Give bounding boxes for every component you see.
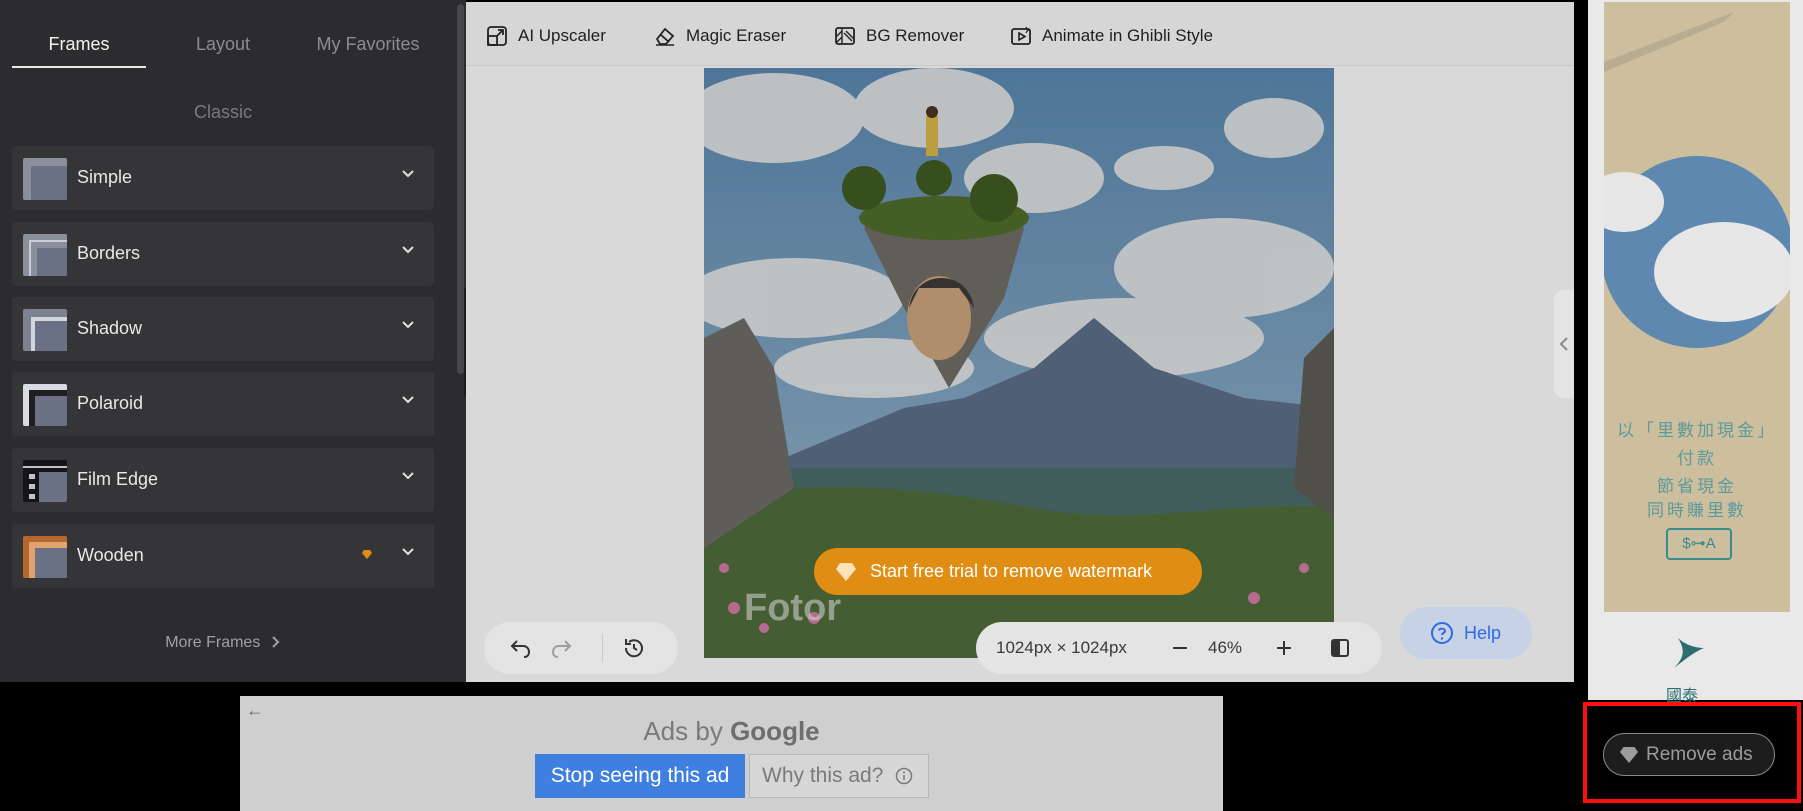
eraser-icon — [655, 27, 675, 46]
frame-item-shadow[interactable]: Shadow — [12, 297, 434, 361]
frame-wooden-icon — [23, 536, 67, 578]
frame-borders-icon — [23, 234, 67, 276]
more-frames-label: More Frames — [165, 634, 261, 651]
remove-ads-button[interactable]: Remove ads — [1603, 733, 1775, 776]
frames-sidebar: Frames Layout My Favorites Classic Simpl… — [0, 0, 466, 682]
undo-icon[interactable] — [508, 636, 532, 660]
history-toolbar — [484, 622, 678, 674]
right-ad-panel[interactable]: 以「里數加現金」 付款 節省現金 同時賺里數 $⊶A 國泰 — [1588, 0, 1803, 705]
upscale-icon — [487, 26, 507, 46]
frame-item-wooden[interactable]: Wooden — [12, 524, 434, 588]
premium-diamond-icon — [362, 550, 372, 559]
ads-by-label: Ads by — [643, 716, 723, 746]
premium-diamond-icon — [1620, 746, 1638, 763]
frame-item-borders[interactable]: Borders — [12, 222, 434, 286]
animate-icon — [1011, 26, 1031, 45]
frame-polaroid-icon — [23, 384, 67, 426]
frame-item-simple[interactable]: Simple — [12, 146, 434, 210]
divider — [602, 634, 603, 662]
frame-label: Simple — [77, 167, 133, 187]
airline-logo-icon — [1674, 638, 1704, 668]
tool-label: Magic Eraser — [686, 26, 787, 45]
ai-upscaler-button[interactable]: AI Upscaler — [486, 24, 606, 48]
ad-line: 同時賺里數 — [1647, 501, 1747, 520]
more-frames-link[interactable]: More Frames — [0, 634, 446, 652]
frame-film-edge-icon — [23, 460, 67, 502]
frame-label: Film Edge — [77, 469, 159, 489]
tool-label: BG Remover — [866, 26, 965, 45]
google-ad-panel: ← Ads by Google Stop seeing this ad Why … — [240, 696, 1223, 811]
trial-label: Start free trial to remove watermark — [870, 561, 1153, 581]
airline-ad-banner[interactable]: 以「里數加現金」 付款 節省現金 同時賺里數 $⊶A — [1604, 2, 1790, 612]
chevron-down-icon[interactable] — [402, 546, 414, 558]
bg-remover-icon — [835, 27, 855, 45]
chevron-down-icon[interactable] — [402, 168, 414, 180]
ads-by-google: Ads by Google — [240, 716, 1223, 747]
tool-label: Animate in Ghibli Style — [1042, 26, 1214, 45]
frame-item-polaroid[interactable]: Polaroid — [12, 372, 434, 436]
magic-eraser-button[interactable]: Magic Eraser — [654, 24, 786, 48]
section-title-classic: Classic — [193, 102, 252, 122]
tab-layout[interactable]: Layout — [170, 34, 276, 55]
chevron-left-icon — [1559, 337, 1568, 351]
zoom-in-icon[interactable] — [1272, 636, 1296, 660]
google-label: Google — [730, 716, 820, 746]
tab-my-favorites[interactable]: My Favorites — [306, 34, 430, 55]
frame-shadow-icon — [23, 309, 67, 351]
ad-badge: $⊶A — [1666, 528, 1732, 560]
zoom-toolbar: 1024px × 1024px 46% — [976, 622, 1382, 674]
ad-line: 節省現金 — [1657, 477, 1737, 496]
frame-label: Wooden — [77, 545, 144, 565]
info-icon — [895, 767, 913, 785]
canvas-dimensions: 1024px × 1024px — [996, 638, 1127, 657]
frame-label: Shadow — [77, 318, 143, 338]
frame-simple-icon — [23, 158, 67, 200]
frame-item-film-edge[interactable]: Film Edge — [12, 448, 434, 512]
chevron-right-icon — [272, 636, 280, 648]
ad-line: 付款 — [1677, 449, 1717, 468]
animate-ghibli-button[interactable]: Animate in Ghibli Style — [1010, 24, 1213, 48]
top-toolbar: AI Upscaler Magic Eraser BG Remover Anim… — [466, 2, 1574, 66]
zoom-percent[interactable]: 46% — [1208, 638, 1242, 658]
bg-remover-button[interactable]: BG Remover — [834, 24, 964, 48]
tab-frames[interactable]: Frames — [12, 34, 146, 55]
chevron-down-icon[interactable] — [402, 394, 414, 406]
start-free-trial-button[interactable]: Start free trial to remove watermark — [814, 548, 1202, 595]
help-label: Help — [1464, 622, 1502, 643]
zoom-out-icon[interactable] — [1168, 636, 1192, 660]
help-icon — [1431, 622, 1453, 644]
stop-seeing-ad-button[interactable]: Stop seeing this ad — [535, 754, 745, 798]
active-tab-indicator — [12, 66, 146, 68]
chevron-down-icon[interactable] — [402, 470, 414, 482]
expand-right-panel-handle[interactable] — [1554, 290, 1574, 398]
help-button[interactable]: Help — [1400, 607, 1532, 659]
premium-diamond-icon — [836, 562, 856, 581]
sidebar-tabs: Frames Layout My Favorites — [0, 0, 466, 70]
history-icon[interactable] — [622, 636, 646, 660]
chevron-down-icon[interactable] — [402, 244, 414, 256]
frame-label: Borders — [77, 243, 141, 263]
ad-line: 以「里數加現金」 — [1617, 421, 1777, 440]
frame-label: Polaroid — [77, 393, 144, 413]
chevron-down-icon[interactable] — [402, 319, 414, 331]
sidebar-scrollbar[interactable] — [457, 4, 464, 374]
redo-icon[interactable] — [550, 636, 574, 660]
tool-label: AI Upscaler — [518, 26, 606, 45]
why-this-ad-button[interactable]: Why this ad? — [749, 754, 929, 798]
compare-icon[interactable] — [1328, 636, 1352, 660]
why-this-ad-label: Why this ad? — [762, 764, 884, 787]
remove-ads-label: Remove ads — [1646, 743, 1753, 765]
